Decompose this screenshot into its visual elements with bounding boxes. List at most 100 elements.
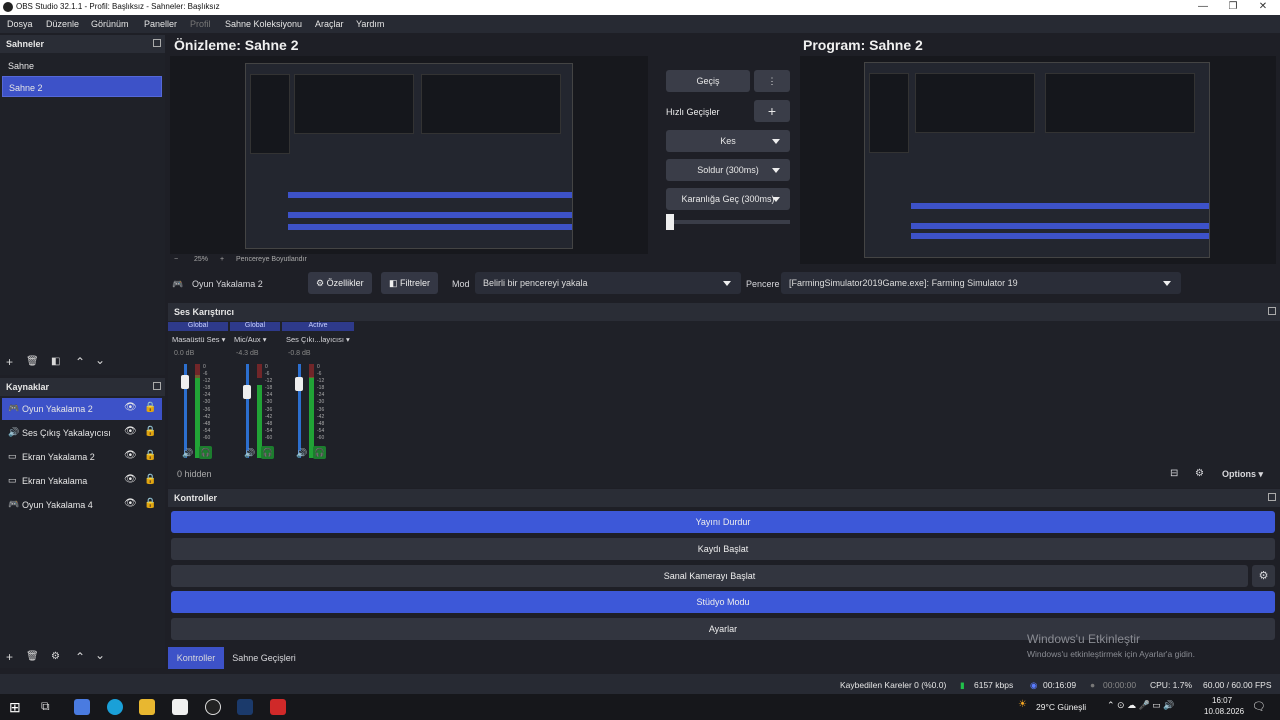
menu-profile[interactable]: Profil bbox=[190, 19, 211, 29]
mixer-options[interactable]: Options ▾ bbox=[1222, 469, 1263, 480]
program-title: Program: Sahne 2 bbox=[803, 37, 923, 53]
layout-icon[interactable]: ⊟ bbox=[1170, 468, 1178, 479]
undock-icon[interactable] bbox=[153, 39, 161, 47]
copilot-icon[interactable] bbox=[74, 699, 90, 715]
scene-item[interactable]: Sahne bbox=[2, 55, 162, 76]
slider-handle[interactable] bbox=[666, 214, 674, 230]
file-explorer-icon[interactable] bbox=[139, 699, 155, 715]
stop-stream-button[interactable]: Yayını Durdur bbox=[171, 511, 1275, 533]
eye-icon[interactable]: 👁 bbox=[124, 498, 137, 509]
task-view-icon[interactable]: ⧉ bbox=[41, 699, 57, 715]
speaker-icon[interactable]: 🔊 bbox=[296, 448, 307, 459]
weather[interactable]: 29°C Güneşli bbox=[1036, 702, 1086, 712]
source-item[interactable]: ▭ Ekran Yakalama 👁 🔒 bbox=[2, 470, 162, 492]
start-virtual-camera-button[interactable]: Sanal Kamerayı Başlat bbox=[171, 565, 1248, 587]
quick-transition-item[interactable]: Soldur (300ms) bbox=[666, 159, 790, 181]
menu-help[interactable]: Yardım bbox=[356, 19, 384, 29]
volume-slider-handle[interactable] bbox=[295, 377, 303, 391]
eye-icon[interactable]: 👁 bbox=[124, 450, 137, 461]
eye-icon[interactable]: 👁 bbox=[124, 474, 137, 485]
minimize-icon[interactable]: — bbox=[1188, 0, 1218, 15]
source-item[interactable]: ▭ Ekran Yakalama 2 👁 🔒 bbox=[2, 446, 162, 468]
eye-icon[interactable]: 👁 bbox=[124, 426, 137, 437]
lock-icon[interactable]: 🔒 bbox=[144, 498, 156, 509]
channel-name-select[interactable]: Mic/Aux ▾ bbox=[234, 335, 267, 344]
studio-mode-button[interactable]: Stüdyo Modu bbox=[171, 591, 1275, 613]
add-source-icon[interactable]: + bbox=[6, 650, 13, 664]
trash-icon[interactable]: 🗑 bbox=[26, 651, 39, 662]
windows-start-icon[interactable]: ⊞ bbox=[9, 699, 25, 715]
notification-icon[interactable]: 🗨 bbox=[1252, 700, 1266, 713]
filters-button[interactable]: ◧ Filtreler bbox=[381, 272, 439, 294]
menu-tools[interactable]: Araçlar bbox=[315, 19, 344, 29]
headphones-icon[interactable]: 🎧 bbox=[199, 446, 212, 459]
lock-icon[interactable]: 🔒 bbox=[144, 402, 156, 413]
lock-icon[interactable]: 🔒 bbox=[144, 426, 156, 437]
move-down-icon[interactable]: ⌄ bbox=[95, 353, 105, 367]
source-item[interactable]: 🔊 Ses Çıkış Yakalayıcısı 👁 🔒 bbox=[2, 422, 162, 444]
lock-icon[interactable]: 🔒 bbox=[144, 450, 156, 461]
mode-select[interactable]: Belirli bir pencereyi yakala bbox=[475, 272, 741, 294]
speaker-icon[interactable]: 🔊 bbox=[182, 448, 193, 459]
close-icon[interactable]: ✕ bbox=[1248, 0, 1278, 15]
tab-controls[interactable]: Kontroller bbox=[168, 647, 224, 669]
clock-time[interactable]: 16:07 bbox=[1212, 696, 1232, 705]
transition-slider[interactable] bbox=[666, 214, 790, 230]
eye-icon[interactable]: 👁 bbox=[124, 402, 137, 413]
tab-scene-transitions[interactable]: Sahne Geçişleri bbox=[228, 647, 300, 669]
gear-icon[interactable]: ⚙ bbox=[51, 651, 60, 662]
channel-name-select[interactable]: Ses Çıkı...layıcısı ▾ bbox=[286, 335, 350, 344]
obs-icon[interactable] bbox=[205, 699, 221, 715]
steam-icon[interactable] bbox=[237, 699, 253, 715]
menu-view[interactable]: Görünüm bbox=[91, 19, 129, 29]
taskbar: ⊞ ⧉ ☀ 29°C Güneşli ⌃ ⊙ ☁ 🎤 ▭ 🔊 16:07 10.… bbox=[0, 694, 1280, 720]
scale-mode[interactable]: Pencereye Boyutlandır bbox=[236, 256, 307, 263]
source-item[interactable]: 🎮 Oyun Yakalama 2 👁 🔒 bbox=[2, 398, 162, 420]
move-down-icon[interactable]: ⌄ bbox=[95, 648, 105, 662]
add-quick-transition-icon[interactable]: + bbox=[754, 100, 790, 122]
menu-file[interactable]: Dosya bbox=[7, 19, 33, 29]
meter-scale: 0 -6 -12 -18 -24 -30 -36 -42 -48 -54 -60 bbox=[203, 364, 211, 442]
channel-name-select[interactable]: Masaüstü Ses ▾ bbox=[172, 335, 225, 344]
quick-transition-item[interactable]: Kes bbox=[666, 130, 790, 152]
lock-icon[interactable]: 🔒 bbox=[144, 474, 156, 485]
maximize-icon[interactable]: ❐ bbox=[1218, 0, 1248, 15]
headphones-icon[interactable]: 🎧 bbox=[261, 446, 274, 459]
speaker-icon[interactable]: 🔊 bbox=[244, 448, 255, 459]
undock-icon[interactable] bbox=[153, 382, 161, 390]
meter-scale: 0 -6 -12 -18 -24 -30 -36 -42 -48 -54 -60 bbox=[317, 364, 325, 442]
move-up-icon[interactable]: ⌃ bbox=[75, 650, 85, 664]
scene-item-selected[interactable]: Sahne 2 bbox=[2, 76, 162, 97]
trash-icon[interactable]: 🗑 bbox=[26, 356, 39, 367]
zoom-out-icon[interactable]: − bbox=[174, 256, 178, 263]
properties-button[interactable]: ⚙ Özellikler bbox=[308, 272, 372, 294]
headphones-icon[interactable]: 🎧 bbox=[313, 446, 326, 459]
move-up-icon[interactable]: ⌃ bbox=[75, 355, 85, 369]
clock-date[interactable]: 10.08.2026 bbox=[1204, 707, 1244, 716]
more-options-icon[interactable]: ⋮ bbox=[754, 70, 790, 92]
tray-icons[interactable]: ⌃ ⊙ ☁ 🎤 ▭ 🔊 bbox=[1107, 700, 1175, 711]
volume-slider[interactable] bbox=[246, 364, 249, 458]
window-select[interactable]: [FarmingSimulator2019Game.exe]: Farming … bbox=[781, 272, 1181, 294]
volume-slider-handle[interactable] bbox=[243, 385, 251, 399]
menu-edit[interactable]: Düzenle bbox=[46, 19, 79, 29]
gear-icon[interactable]: ⚙ bbox=[1252, 565, 1275, 587]
settings-icon[interactable]: ⚙ bbox=[1195, 468, 1204, 479]
menu-scene-collection[interactable]: Sahne Koleksiyonu bbox=[225, 19, 302, 29]
edge-icon[interactable] bbox=[107, 699, 123, 715]
window-value: [FarmingSimulator2019Game.exe]: Farming … bbox=[789, 278, 1018, 288]
zoom-in-icon[interactable]: + bbox=[220, 256, 224, 263]
transition-button[interactable]: Geçiş bbox=[666, 70, 750, 92]
filter-icon[interactable]: ◧ bbox=[51, 356, 60, 367]
store-icon[interactable] bbox=[172, 699, 188, 715]
source-item[interactable]: 🎮 Oyun Yakalama 4 👁 🔒 bbox=[2, 494, 162, 516]
menu-docks[interactable]: Paneller bbox=[144, 19, 177, 29]
undock-icon[interactable] bbox=[1268, 493, 1276, 501]
app-icon[interactable] bbox=[270, 699, 286, 715]
volume-slider-handle[interactable] bbox=[181, 375, 189, 389]
quick-transition-item[interactable]: Karanlığa Geç (300ms) bbox=[666, 188, 790, 210]
undock-icon[interactable] bbox=[1268, 307, 1276, 315]
start-recording-button[interactable]: Kaydı Başlat bbox=[171, 538, 1275, 560]
preview-canvas[interactable]: − 25% + Pencereye Boyutlandır bbox=[170, 56, 648, 263]
add-scene-icon[interactable]: + bbox=[6, 355, 13, 369]
